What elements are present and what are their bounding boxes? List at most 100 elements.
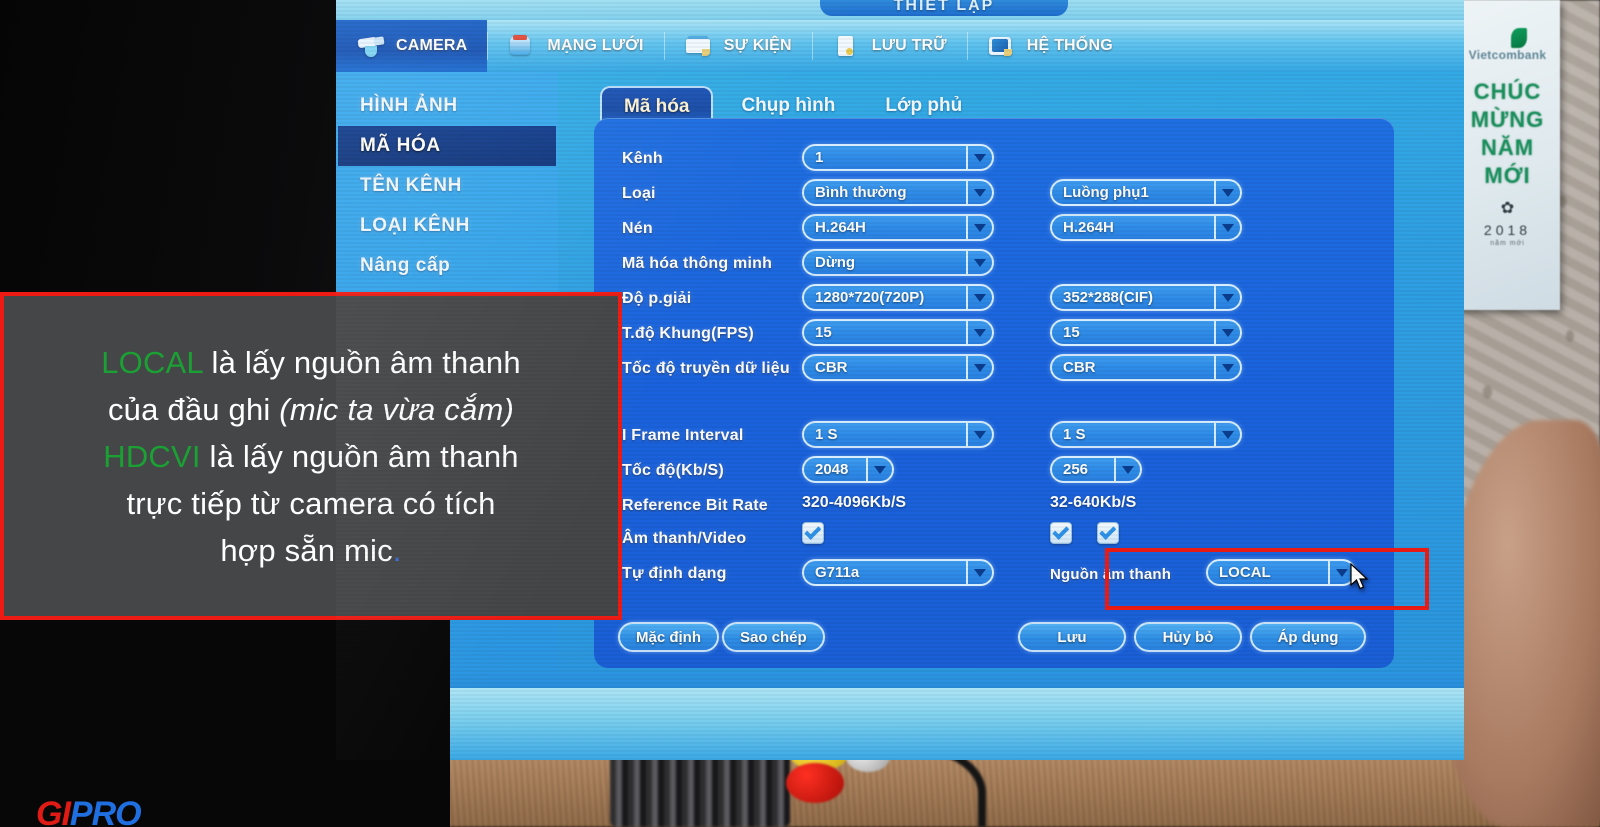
label-channel: Kênh <box>622 150 663 167</box>
dropdown-substream-bitrate[interactable]: 256 <box>1050 456 1142 483</box>
poster-flower-icon: ✿ <box>1500 200 1515 217</box>
poster-footer: năm mới <box>1490 240 1525 247</box>
overlay-line5: hợp sẵn mic <box>220 532 393 568</box>
dropdown-resolution-value: 1280*720(720P) <box>815 289 925 306</box>
channel-watermark: GIPRO <box>36 795 142 827</box>
dropdown-i-frame-value: 1 S <box>815 426 838 443</box>
menu-item-system[interactable]: HỆ THỐNG <box>966 20 1133 72</box>
sidebar-item-ma-hoa-label: MÃ HÓA <box>360 135 441 156</box>
overlay-highlight-hdcvi: HDCVI <box>103 438 201 474</box>
label-reference-bitrate: Reference Bit Rate <box>622 497 768 514</box>
check-icon <box>1051 522 1069 540</box>
network-icon <box>507 35 537 57</box>
chevron-down-icon[interactable] <box>1214 284 1240 311</box>
chevron-down-icon[interactable] <box>966 144 992 171</box>
chevron-down-icon[interactable] <box>966 354 992 381</box>
overlay-line4: trực tiếp từ camera có tích <box>126 485 496 521</box>
sidebar-item-nang-cap-label: Nâng cấp <box>360 255 451 276</box>
poster-line-1: CHÚC <box>1473 79 1542 104</box>
chevron-down-icon[interactable] <box>966 319 992 346</box>
dropdown-substream-bitrate-type[interactable]: CBR <box>1050 354 1242 381</box>
check-icon <box>1098 522 1116 540</box>
dropdown-audio-format-value: G711a <box>815 564 860 581</box>
rca-connector-red <box>786 763 844 803</box>
label-row-refbr: Reference Bit Rate <box>622 493 768 519</box>
poster-brand: Vietcombank <box>1468 48 1547 62</box>
dropdown-audio-format[interactable]: G711a <box>802 559 994 586</box>
window-title: THIẾT LẬP <box>820 0 1068 16</box>
dropdown-substream-framerate[interactable]: 15 <box>1050 319 1242 346</box>
panel-bottom-edge <box>336 672 1464 688</box>
button-copy[interactable]: Sao chép <box>722 622 825 652</box>
button-copy-label: Sao chép <box>740 628 807 646</box>
dropdown-type[interactable]: Bình thường <box>802 179 994 206</box>
checkbox-audio-sub[interactable] <box>1097 522 1119 544</box>
menu-item-storage-label: LƯU TRỮ <box>871 37 947 54</box>
chevron-down-icon[interactable] <box>966 421 992 448</box>
menu-item-network-label: MẠNG LƯỚI <box>547 37 644 54</box>
value-substream-reference-bitrate: 32-640Kb/S <box>1050 494 1137 511</box>
check-icon <box>803 522 821 540</box>
dropdown-compression[interactable]: H.264H <box>802 214 994 241</box>
poster-year: 2018 <box>1483 222 1532 238</box>
vietcombank-calendar-poster: Vietcombank CHÚC MỪNG NĂM MỚI ✿ 2018 năm… <box>1455 0 1560 310</box>
sidebar-item-nang-cap[interactable]: Nâng cấp <box>338 246 556 286</box>
value-reference-bitrate: 320-4096Kb/S <box>802 494 907 511</box>
dropdown-bitrate-type[interactable]: CBR <box>802 354 994 381</box>
camera-icon <box>356 35 386 57</box>
dropdown-smart-codec[interactable]: Dừng <box>802 249 994 276</box>
dropdown-i-frame-interval[interactable]: 1 S <box>802 421 994 448</box>
chevron-down-icon[interactable] <box>966 214 992 241</box>
dropdown-substream-resolution[interactable]: 352*288(CIF) <box>1050 284 1242 311</box>
checkbox-audio-video-main[interactable] <box>802 522 824 544</box>
chevron-down-icon[interactable] <box>866 456 892 483</box>
dropdown-framerate[interactable]: 15 <box>802 319 994 346</box>
chevron-down-icon[interactable] <box>1214 319 1240 346</box>
mouse-cursor-icon <box>1350 563 1369 590</box>
vietcombank-logo-icon <box>1511 28 1527 48</box>
explanation-text: LOCAL là lấy nguồn âm thanh của đầu ghi … <box>87 335 535 578</box>
button-default[interactable]: Mặc định <box>618 622 720 652</box>
chevron-down-icon[interactable] <box>1214 421 1240 448</box>
dropdown-bitrate[interactable]: 2048 <box>802 456 894 483</box>
button-save[interactable]: Lưu <box>1018 622 1126 652</box>
chevron-down-icon[interactable] <box>1214 354 1240 381</box>
chevron-down-icon[interactable] <box>966 179 992 206</box>
sidebar-item-ten-kenh[interactable]: TÊN KÊNH <box>338 166 556 206</box>
tab-chup-hinh-label: Chụp hình <box>741 95 836 116</box>
menu-item-event[interactable]: SỰ KIỆN <box>663 20 812 72</box>
dropdown-substream-i-frame-interval[interactable]: 1 S <box>1050 421 1242 448</box>
chevron-down-icon[interactable] <box>966 559 992 586</box>
overlay-line3-rest: là lấy nguồn âm thanh <box>200 438 519 474</box>
dropdown-substream-type[interactable]: Luồng phụ1 <box>1050 179 1242 206</box>
sidebar-item-hinh-anh[interactable]: HÌNH ẢNH <box>338 86 556 126</box>
label-resolution: Độ p.giải <box>622 290 692 307</box>
checkbox-video-sub[interactable] <box>1050 522 1072 544</box>
button-apply[interactable]: Áp dụng <box>1250 622 1366 652</box>
sidebar-item-ma-hoa[interactable]: MÃ HÓA <box>338 126 556 166</box>
chevron-down-icon[interactable] <box>1214 214 1240 241</box>
dropdown-resolution[interactable]: 1280*720(720P) <box>802 284 994 311</box>
dropdown-channel[interactable]: 1 <box>802 144 994 171</box>
poster-line-2: MỪNG <box>1470 107 1545 132</box>
label-row-brtype: Tốc độ truyền dữ liệu <box>622 356 790 382</box>
sidebar-item-loai-kenh[interactable]: LOẠI KÊNH <box>338 206 556 246</box>
button-default-label: Mặc định <box>636 628 702 646</box>
dropdown-substream-compression[interactable]: H.264H <box>1050 214 1242 241</box>
menu-item-camera[interactable]: CAMERA <box>336 20 488 72</box>
chevron-down-icon[interactable] <box>966 249 992 276</box>
dropdown-smart-codec-value: Dừng <box>815 254 856 271</box>
label-row-res: Độ p.giải <box>622 286 691 312</box>
label-row-bitrate: Tốc độ(Kb/S) <box>622 458 724 484</box>
menu-item-event-label: SỰ KIỆN <box>723 37 792 54</box>
menu-item-network[interactable]: MẠNG LƯỚI <box>487 20 663 72</box>
button-cancel[interactable]: Hủy bỏ <box>1134 622 1242 652</box>
overlay-line2-italic: (mic ta vừa cắm) <box>279 391 514 427</box>
explanation-overlay: LOCAL là lấy nguồn âm thanh của đầu ghi … <box>0 292 622 620</box>
chevron-down-icon[interactable] <box>1214 179 1240 206</box>
value-row-substream-reference-bitrate: 32-640Kb/S <box>1050 490 1136 516</box>
chevron-down-icon[interactable] <box>1114 456 1140 483</box>
chevron-down-icon[interactable] <box>966 284 992 311</box>
menu-item-storage[interactable]: LƯU TRỮ <box>811 20 967 72</box>
overlay-highlight-local: LOCAL <box>101 344 203 380</box>
